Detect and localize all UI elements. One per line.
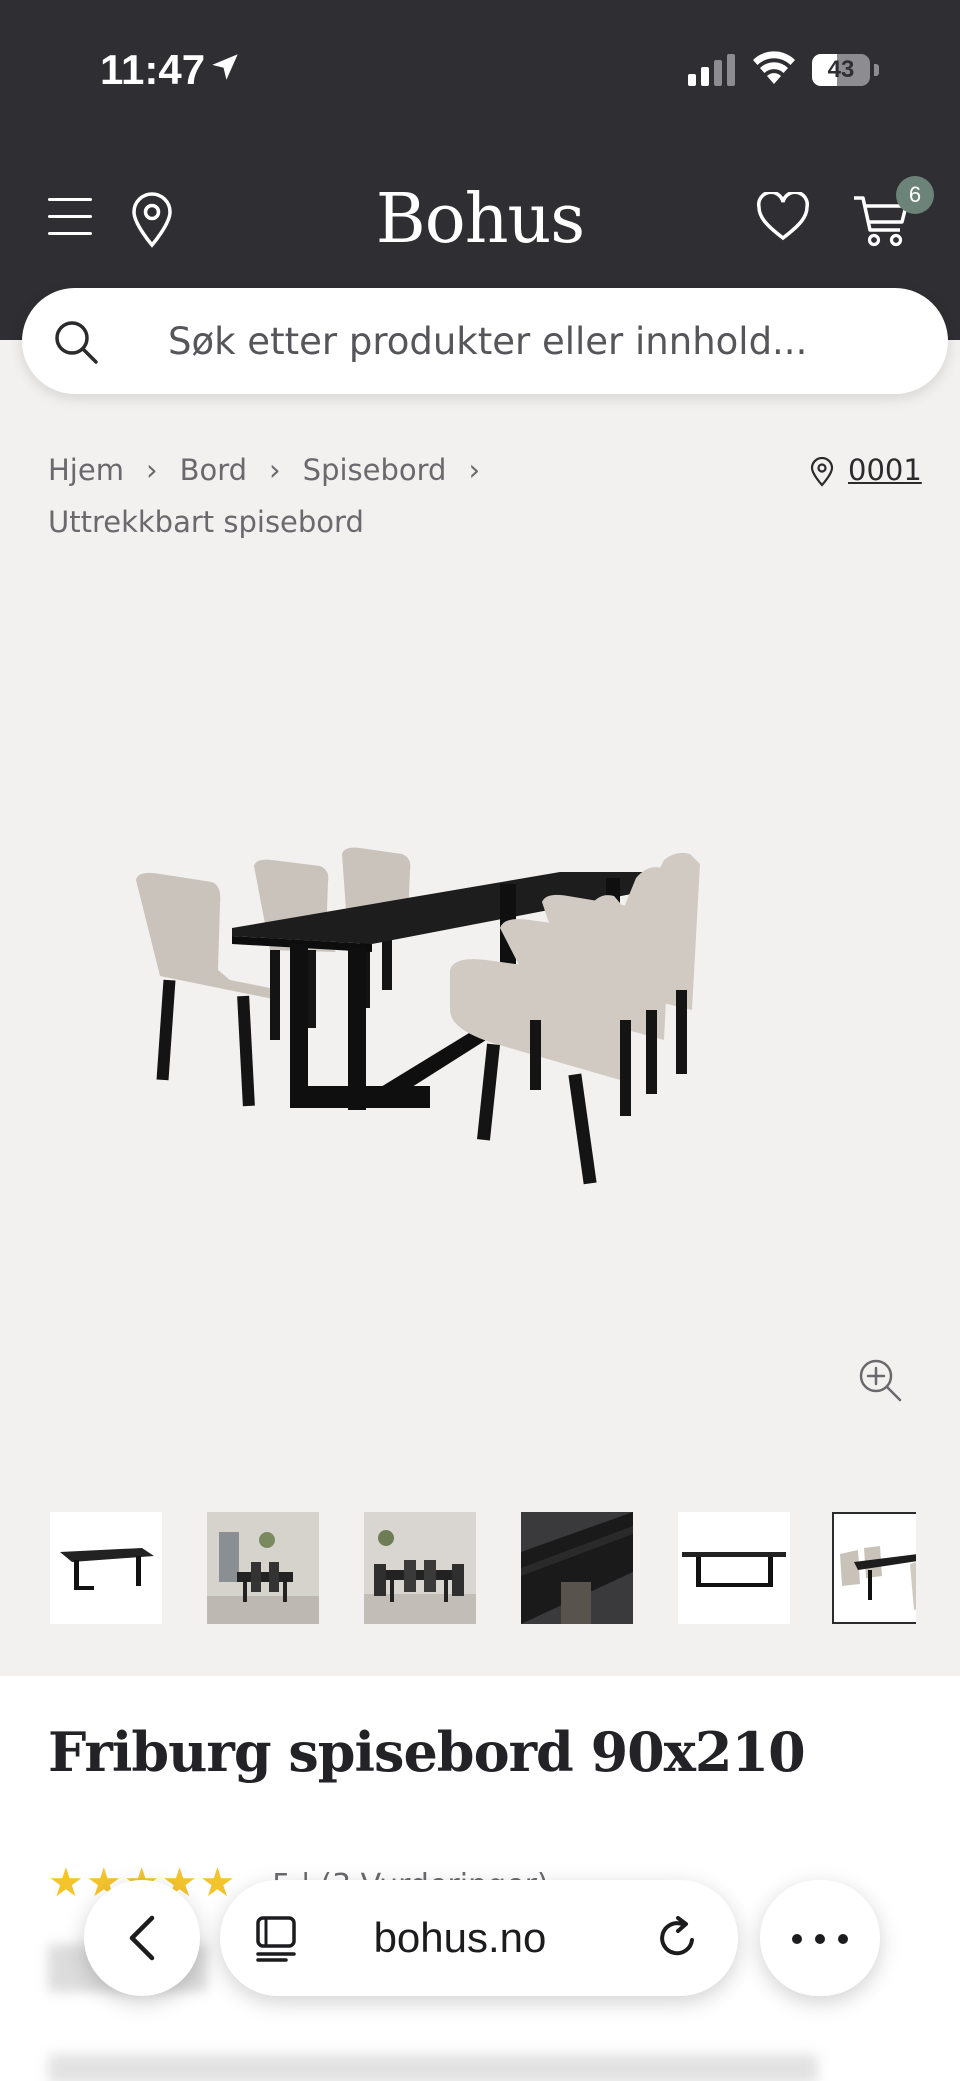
product-image[interactable] xyxy=(120,820,840,1220)
more-dot xyxy=(838,1934,848,1944)
location-pin-icon xyxy=(810,456,834,487)
thumbnail-3[interactable] xyxy=(364,1512,476,1624)
search-input[interactable] xyxy=(168,310,908,372)
zoom-in-icon[interactable] xyxy=(856,1356,904,1404)
thumbnail-1[interactable] xyxy=(50,1512,162,1624)
wifi-icon xyxy=(753,51,795,84)
menu-icon xyxy=(48,232,92,235)
menu-button[interactable] xyxy=(44,194,98,240)
browser-url[interactable]: bohus.no xyxy=(320,1914,600,1962)
status-bar: 11:47 43 xyxy=(0,0,960,140)
store-code: 0001 xyxy=(848,453,922,487)
breadcrumb-separator: › xyxy=(145,453,158,487)
more-icon[interactable] xyxy=(760,1880,880,1996)
breadcrumb-home[interactable]: Hjem xyxy=(48,453,124,487)
thumbnail-5[interactable] xyxy=(678,1512,790,1624)
breadcrumb-bord[interactable]: Bord xyxy=(180,453,247,487)
nav-bar: Bohus xyxy=(0,180,960,260)
thumbnail-strip xyxy=(48,1510,916,1626)
description-placeholder xyxy=(48,2054,818,2081)
menu-icon xyxy=(48,215,92,218)
search-icon xyxy=(55,321,98,364)
breadcrumb-spisebord[interactable]: Spisebord xyxy=(303,453,447,487)
thumbnail-6[interactable] xyxy=(832,1512,916,1624)
more-dot xyxy=(792,1934,802,1944)
location-pin-icon[interactable] xyxy=(130,192,174,248)
thumbnail-4[interactable] xyxy=(521,1512,633,1624)
location-arrow-icon xyxy=(212,54,238,80)
breadcrumb-separator: › xyxy=(269,453,281,487)
more-dot xyxy=(815,1934,825,1944)
signal-icon xyxy=(688,54,735,86)
store-selector[interactable]: 0001 xyxy=(810,444,922,496)
menu-icon xyxy=(48,198,92,201)
heart-icon[interactable] xyxy=(756,192,810,242)
breadcrumb-separator: › xyxy=(468,453,481,487)
breadcrumb: Hjem › Bord › Spisebord › Uttrekkbart spisebor… xyxy=(48,444,808,548)
battery-indicator: 43 xyxy=(812,54,870,86)
breadcrumb-current: Uttrekkbart spisebord xyxy=(48,505,364,539)
product-title: Friburg spisebord 90x210 xyxy=(48,1720,806,1784)
battery-level: 43 xyxy=(827,56,855,83)
browser-back-button[interactable] xyxy=(84,1880,200,1996)
battery-tip xyxy=(874,64,879,76)
reload-icon[interactable] xyxy=(654,1914,702,1962)
cart-count-badge: 6 xyxy=(896,176,934,214)
browser-address-bar[interactable]: bohus.no xyxy=(220,1880,738,1996)
status-time: 11:47 xyxy=(100,46,206,93)
tabs-icon[interactable] xyxy=(254,1914,300,1962)
search-bar[interactable] xyxy=(22,288,948,394)
chevron-left-icon xyxy=(129,1915,155,1961)
thumbnail-2[interactable] xyxy=(207,1512,319,1624)
